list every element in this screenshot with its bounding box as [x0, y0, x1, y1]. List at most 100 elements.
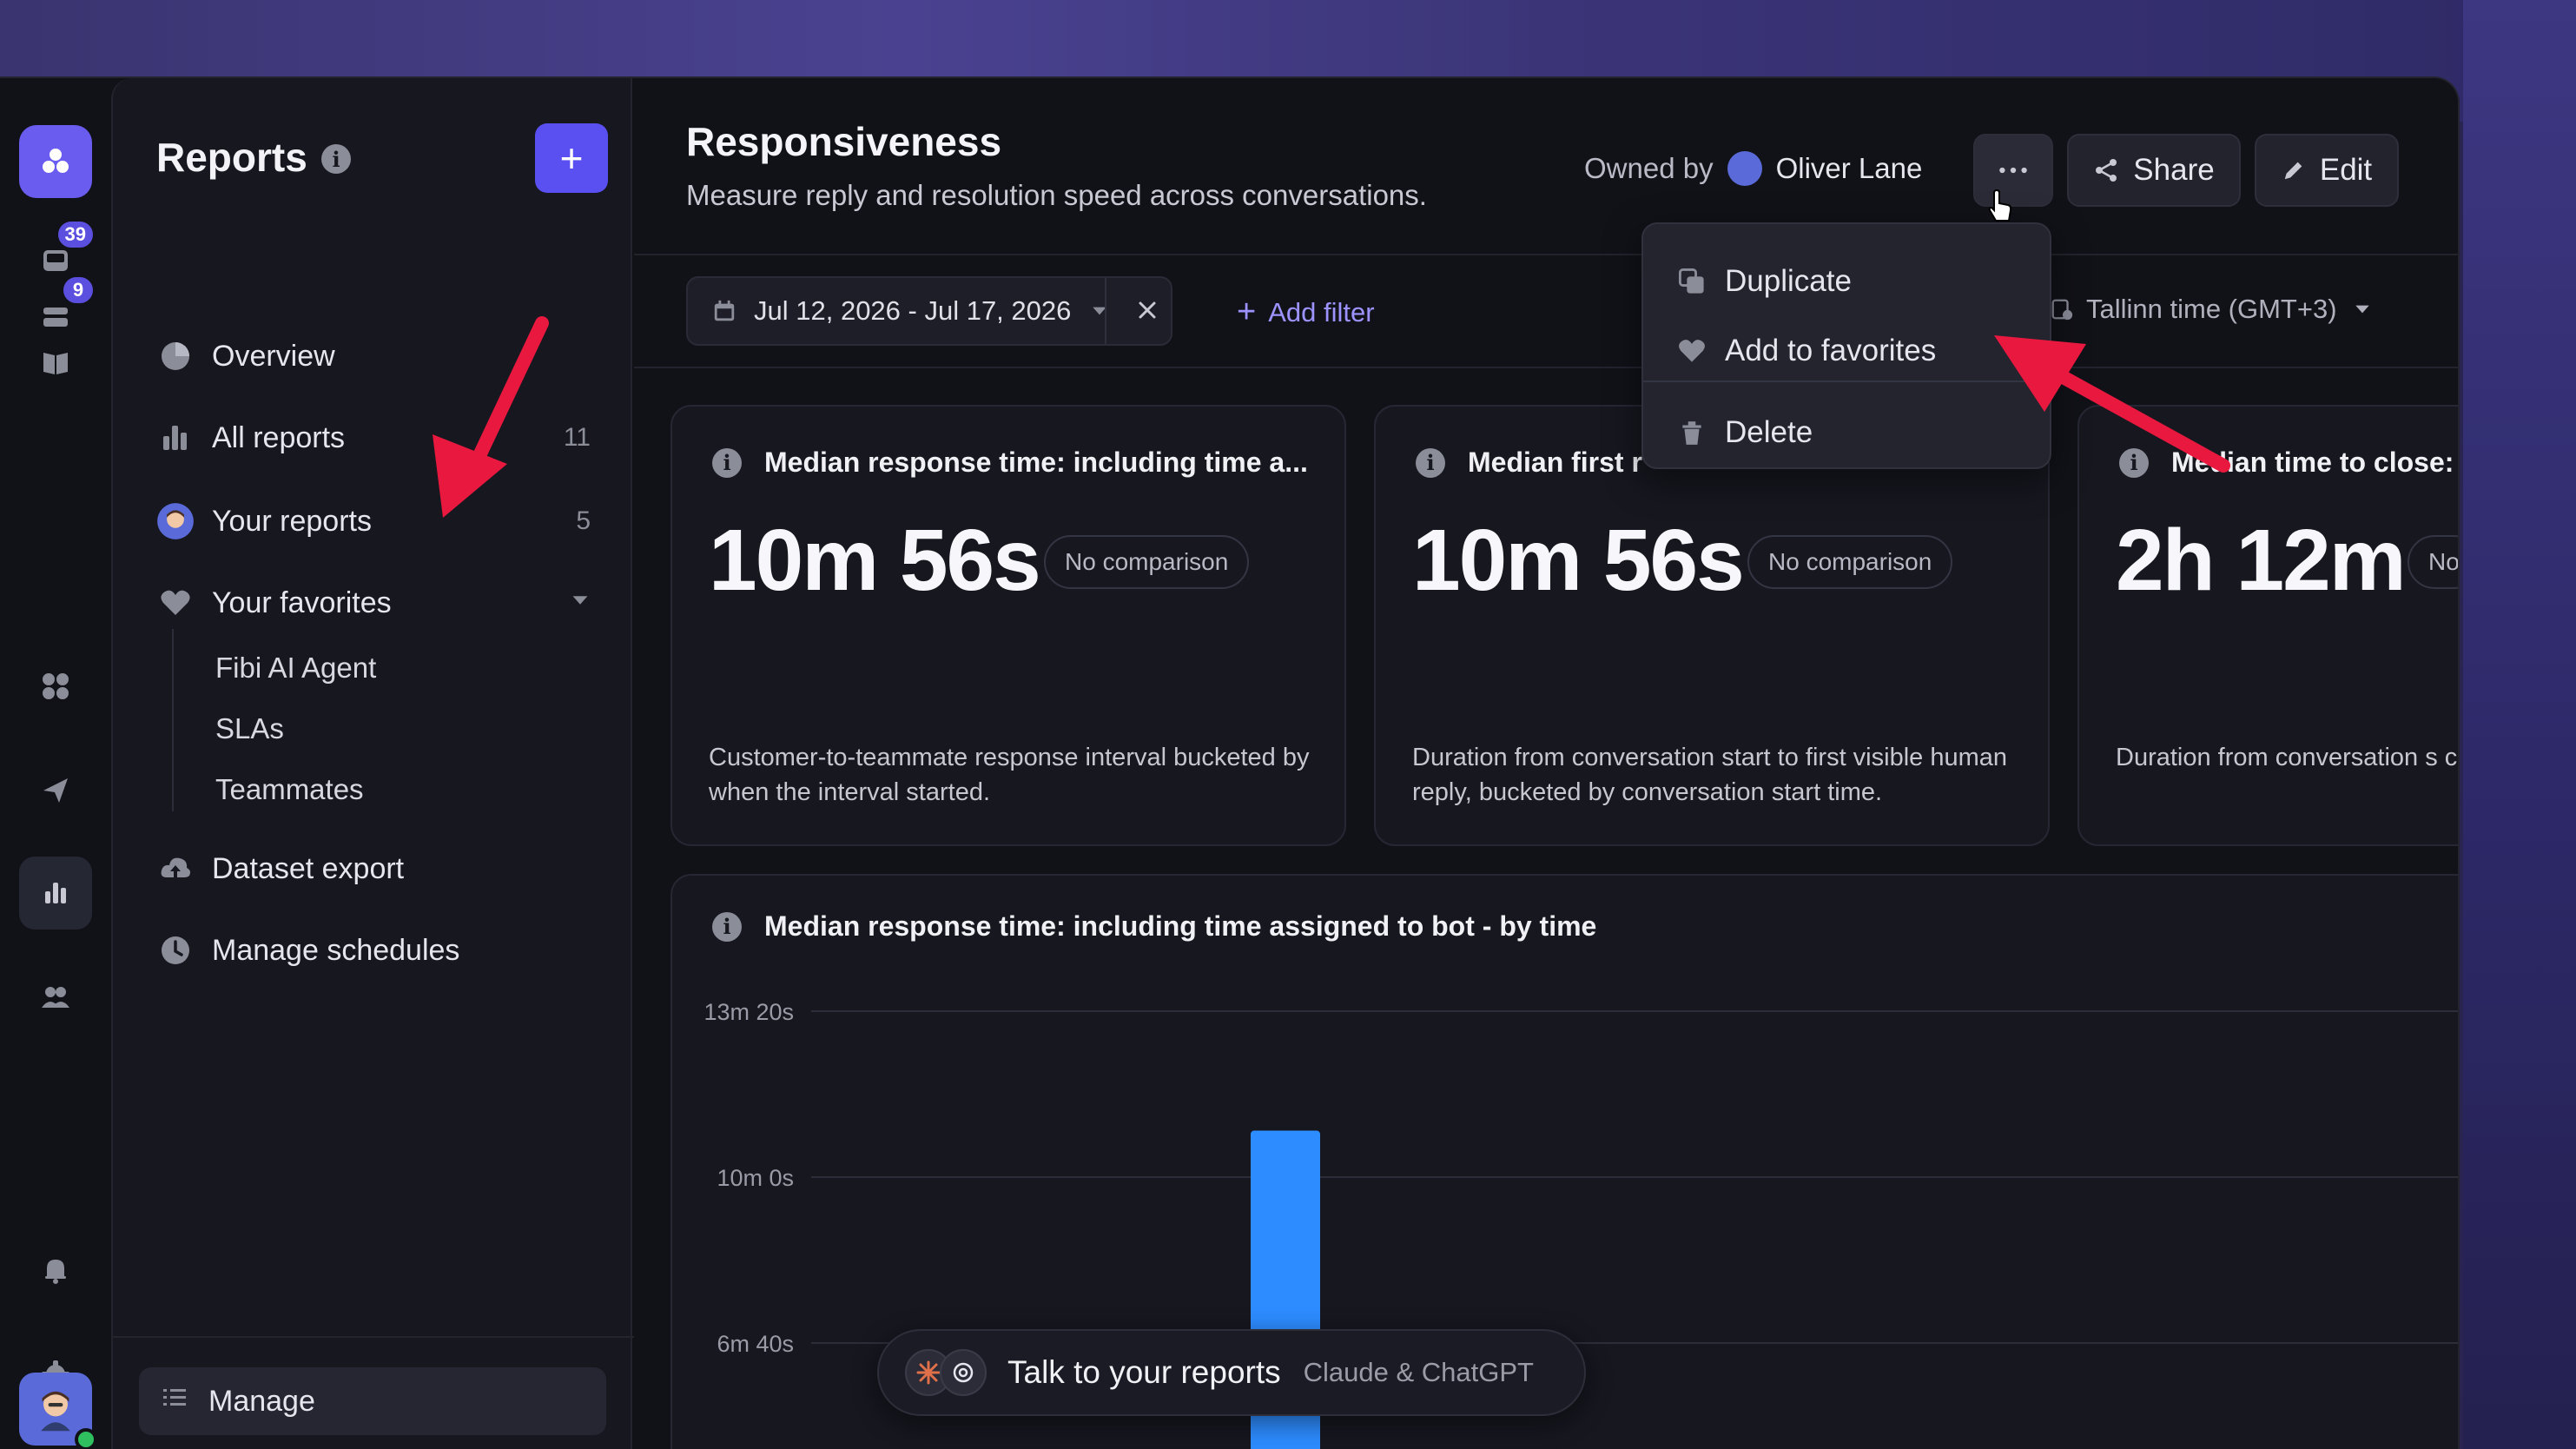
metric-title: i Median first r: [1416, 447, 1642, 479]
menu-item-duplicate[interactable]: Duplicate: [1674, 255, 1852, 308]
metric-title-text: Median first r: [1468, 447, 1642, 478]
talk-to-reports-button[interactable]: Talk to your reports Claude & ChatGPT: [877, 1329, 1586, 1416]
date-range-filter[interactable]: Jul 12, 2026 - Jul 17, 2026: [686, 276, 1172, 346]
apps-icon[interactable]: [19, 650, 92, 723]
sidebar-item-your-reports[interactable]: Your reports 5: [156, 495, 591, 547]
sidebar-item-all-reports[interactable]: All reports 11: [156, 412, 591, 464]
duplicate-icon: [1674, 264, 1709, 299]
favorite-item[interactable]: Fibi AI Agent: [215, 652, 376, 685]
y-tick-label: 10m 0s: [717, 1165, 794, 1191]
reports-icon[interactable]: [19, 857, 92, 930]
metric-description: Duration from conversation start to firs…: [1412, 744, 2007, 806]
report-count: 5: [576, 506, 591, 535]
owner-avatar: [1727, 151, 1762, 186]
ellipsis-icon: [1999, 167, 2027, 174]
desktop-background-right: [2463, 0, 2576, 1449]
bar-chart-icon: [156, 419, 195, 457]
user-avatar: [156, 502, 195, 540]
pie-chart-icon: [156, 337, 195, 375]
online-status-dot: [75, 1428, 97, 1449]
y-tick-label: 13m 20s: [703, 999, 794, 1025]
clock-icon: [156, 931, 195, 969]
info-icon[interactable]: i: [712, 447, 742, 478]
owner-name[interactable]: Oliver Lane: [1776, 152, 1923, 185]
divider: [1105, 278, 1106, 344]
metric-title-text: Median response time: including time a..…: [764, 447, 1308, 478]
calendar-icon: [712, 299, 736, 323]
report-main: Responsiveness Measure reply and resolut…: [634, 78, 2458, 1449]
new-report-button[interactable]: +: [535, 123, 608, 193]
chatgpt-logo-icon: [940, 1349, 987, 1396]
heart-icon: [156, 584, 195, 622]
user-avatar[interactable]: [19, 1373, 97, 1449]
hand-cursor-icon: [1987, 189, 2013, 228]
menu-item-label: Delete: [1725, 415, 1813, 449]
metric-card[interactable]: i Median time to close: 2h 12m No Durati…: [2077, 405, 2458, 846]
chevron-down-icon[interactable]: [570, 588, 591, 618]
report-count: 11: [563, 423, 591, 452]
sidebar-item-overview[interactable]: Overview: [156, 330, 591, 382]
talk-label: Talk to your reports: [1007, 1354, 1281, 1390]
menu-item-delete[interactable]: Delete: [1674, 407, 1813, 459]
cloud-upload-icon: [156, 850, 195, 888]
add-filter-label: Add filter: [1268, 296, 1375, 328]
metric-title: i Median time to close:: [2119, 447, 2454, 479]
owned-by-label: Owned by: [1584, 152, 1714, 184]
sidebar-title: Reports: [156, 135, 307, 180]
manage-label: Manage: [208, 1384, 315, 1418]
favorites-tree-line: [172, 629, 174, 811]
metric-value: 2h 12m: [2116, 512, 2407, 609]
share-label: Share: [2133, 153, 2215, 187]
menu-item-label: Duplicate: [1725, 264, 1852, 298]
globe-icon: [2050, 297, 2074, 321]
sidebar-item-your-favorites[interactable]: Your favorites: [156, 577, 591, 629]
sidebar-item-manage-schedules[interactable]: Manage schedules: [156, 924, 591, 976]
edit-button[interactable]: Edit: [2255, 134, 2399, 207]
outbound-send-icon[interactable]: [19, 754, 92, 827]
comparison-badge: No comparison: [1747, 535, 1953, 589]
info-icon[interactable]: i: [2119, 447, 2149, 478]
metric-title: i Median response time: including time a…: [712, 447, 1308, 479]
divider: [113, 1336, 634, 1338]
chevron-down-icon: [2353, 300, 2372, 319]
sidebar-item-label: Your favorites: [212, 586, 392, 619]
metric-title-text: Median time to close:: [2171, 447, 2454, 478]
icon-rail: 39 9: [0, 78, 111, 1449]
metric-card[interactable]: i Median first r 10m 56s No comparison D…: [1374, 405, 2050, 846]
sidebar-item-label: All reports: [212, 420, 346, 454]
sidebar-item-dataset-export[interactable]: Dataset export: [156, 843, 591, 895]
trash-icon: [1674, 415, 1709, 450]
page-subtitle: Measure reply and resolution speed acros…: [686, 179, 1427, 211]
more-options-button[interactable]: [1973, 134, 2053, 207]
menu-item-label: Add to favorites: [1725, 334, 1937, 367]
comparison-badge: No comparison: [1044, 535, 1250, 589]
share-button[interactable]: Share: [2067, 134, 2241, 207]
sidebar-item-label: Your reports: [212, 504, 372, 538]
menu-item-add-to-favorites[interactable]: Add to favorites: [1674, 325, 1936, 377]
notifications-bell-icon[interactable]: [19, 1234, 92, 1307]
clear-filter-close-icon[interactable]: [1134, 297, 1160, 323]
owner-info: Owned by Oliver Lane: [1584, 151, 1922, 186]
heart-icon: [1674, 334, 1709, 368]
page-title: Responsiveness: [686, 119, 1002, 164]
info-icon[interactable]: i: [321, 144, 351, 174]
metric-description: Customer-to-teammate response interval b…: [709, 744, 1310, 806]
app-logo-icon[interactable]: [19, 125, 92, 198]
knowledge-book-icon[interactable]: [19, 327, 92, 400]
info-icon[interactable]: i: [1416, 447, 1445, 478]
reports-sidebar: Reports i + Overview All reports 11 Your…: [111, 78, 634, 1449]
plus-icon: +: [1237, 294, 1257, 330]
tickets-badge: 9: [61, 275, 96, 306]
timezone-selector[interactable]: Tallinn time (GMT+3): [2050, 294, 2372, 325]
pencil-icon: [2284, 162, 2302, 180]
app-window: 39 9 Reports i + Overview All reports 11…: [0, 76, 2460, 1449]
add-filter-button[interactable]: + Add filter: [1237, 294, 1375, 331]
edit-label: Edit: [2319, 153, 2373, 187]
metric-card[interactable]: i Median response time: including time a…: [670, 405, 1346, 846]
favorite-item[interactable]: Teammates: [215, 773, 364, 806]
manage-button[interactable]: Manage: [139, 1367, 606, 1435]
contacts-icon[interactable]: [19, 961, 92, 1034]
sidebar-item-label: Dataset export: [212, 851, 405, 885]
favorite-item[interactable]: SLAs: [215, 712, 284, 745]
sidebar-item-label: Manage schedules: [212, 933, 460, 967]
